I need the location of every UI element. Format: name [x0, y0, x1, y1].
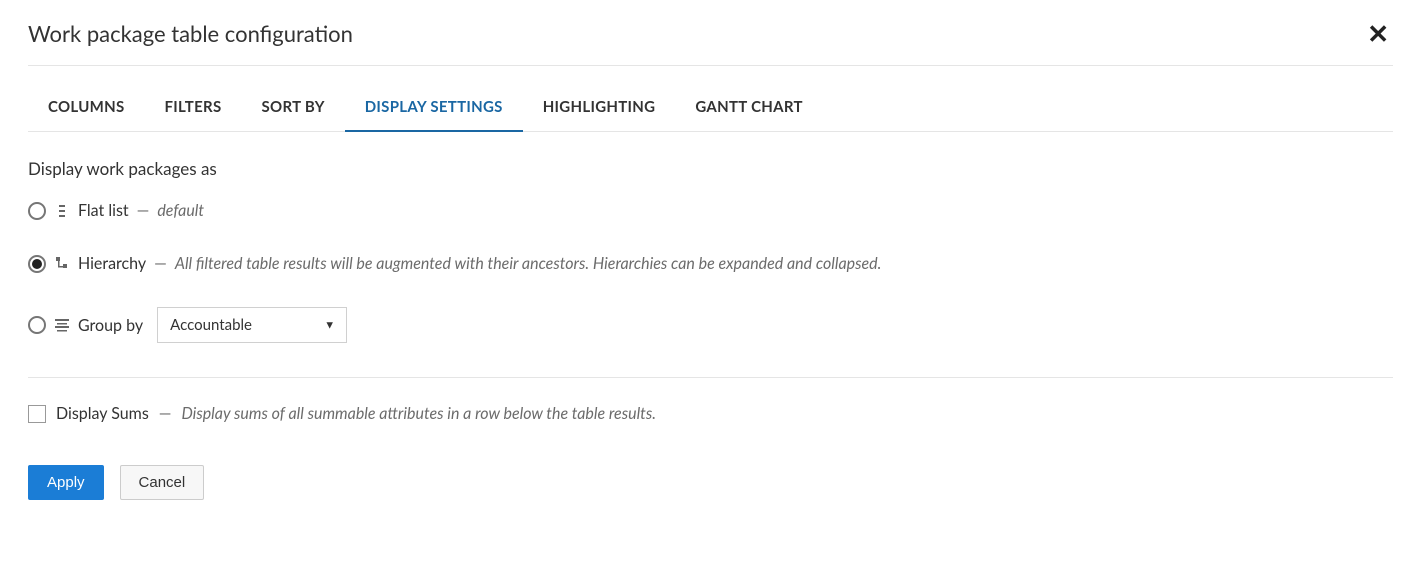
dialog-header: Work package table configuration ✕ — [28, 20, 1393, 66]
configuration-dialog: Work package table configuration ✕ COLUM… — [0, 0, 1421, 520]
option-group-by[interactable]: Group by Accountable ▼ — [28, 307, 1393, 343]
hierarchy-label: Hierarchy — [78, 254, 146, 273]
section-label: Display work packages as — [28, 158, 1393, 179]
radio-hierarchy[interactable] — [28, 255, 46, 273]
display-sums-row[interactable]: Display Sums — Display sums of all summa… — [28, 404, 1393, 423]
radio-group-by[interactable] — [28, 316, 46, 334]
hierarchy-icon — [54, 257, 70, 271]
close-button[interactable]: ✕ — [1363, 21, 1393, 47]
tab-sort-by[interactable]: SORT BY — [242, 86, 345, 131]
group-by-select[interactable]: Accountable — [157, 307, 347, 343]
option-flat-list[interactable]: Flat list — default — [28, 201, 1393, 220]
tab-gantt-chart[interactable]: GANTT CHART — [675, 86, 822, 131]
group-by-label: Group by — [78, 316, 143, 335]
dialog-actions: Apply Cancel — [28, 465, 1393, 500]
flat-list-icon — [54, 204, 70, 218]
flat-list-hint: default — [157, 201, 204, 220]
option-hierarchy[interactable]: Hierarchy — All filtered table results w… — [28, 254, 1393, 273]
tabs: COLUMNS FILTERS SORT BY DISPLAY SETTINGS… — [28, 86, 1393, 132]
tab-filters[interactable]: FILTERS — [145, 86, 242, 131]
cancel-button[interactable]: Cancel — [120, 465, 205, 500]
display-sums-label: Display Sums — [56, 404, 149, 423]
dialog-title: Work package table configuration — [28, 20, 353, 47]
divider — [28, 377, 1393, 378]
group-by-select-wrap: Accountable ▼ — [157, 307, 347, 343]
hierarchy-hint: All filtered table results will be augme… — [175, 254, 882, 273]
flat-list-label: Flat list — [78, 201, 129, 220]
close-icon: ✕ — [1367, 19, 1389, 49]
tab-highlighting[interactable]: HIGHLIGHTING — [523, 86, 676, 131]
group-by-icon — [54, 318, 70, 332]
display-sums-checkbox[interactable] — [28, 405, 46, 423]
apply-button[interactable]: Apply — [28, 465, 104, 500]
tab-display-settings[interactable]: DISPLAY SETTINGS — [345, 86, 523, 132]
display-sums-hint: Display sums of all summable attributes … — [181, 404, 656, 423]
radio-flat-list[interactable] — [28, 202, 46, 220]
tab-columns[interactable]: COLUMNS — [28, 86, 145, 131]
